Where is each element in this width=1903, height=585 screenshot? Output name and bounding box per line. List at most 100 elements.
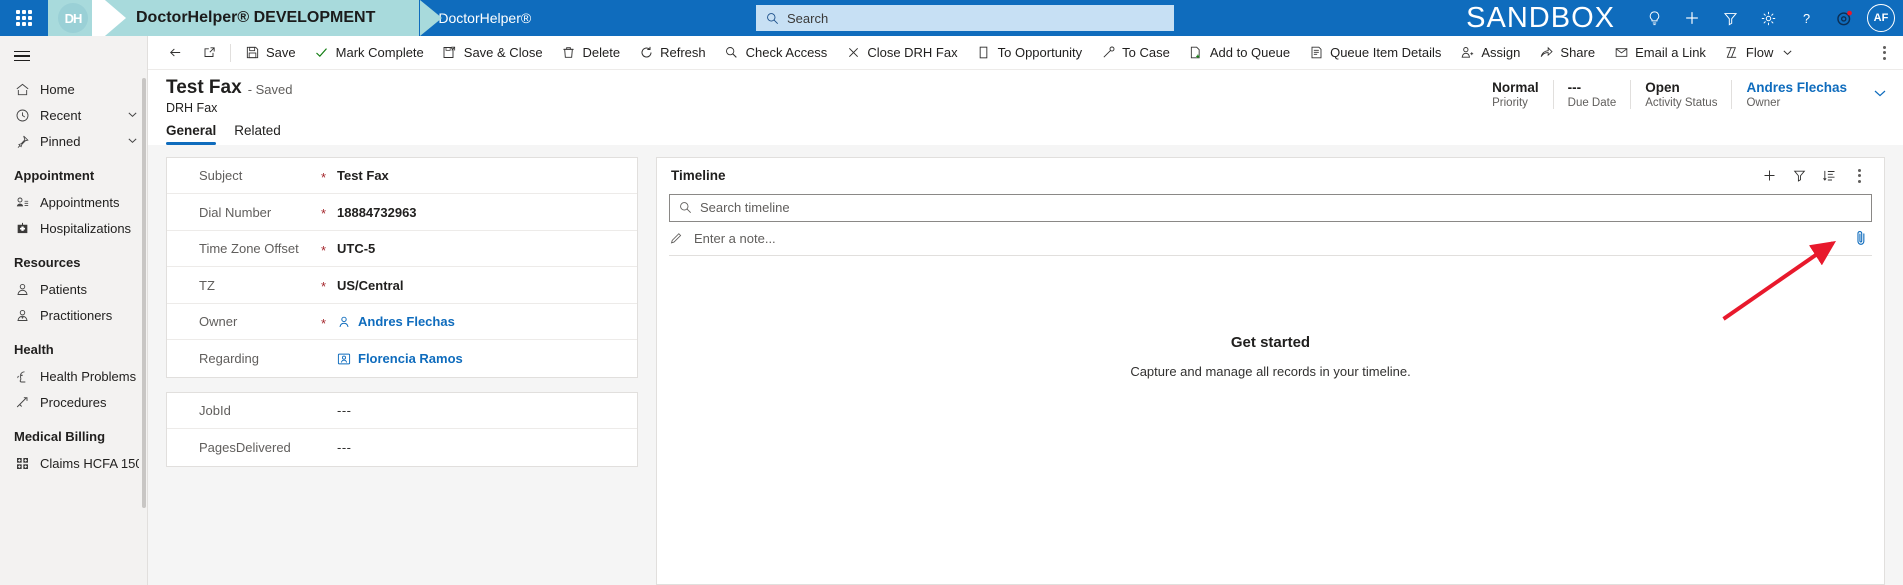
add-to-queue-button[interactable]: Add to Queue xyxy=(1179,38,1299,68)
case-icon xyxy=(1100,45,1116,60)
header-field-activity-status[interactable]: Open Activity Status xyxy=(1630,80,1731,109)
general-fields-card: Subject * Test Fax Dial Number * 1888473… xyxy=(166,156,638,378)
sidebar-item-home[interactable]: Home xyxy=(0,76,147,102)
timeline-empty-state: Get started Capture and manage all recor… xyxy=(657,256,1884,584)
timeline-note-input[interactable]: Enter a note... xyxy=(669,222,1872,256)
header-field-group: Normal Priority --- Due Date Open Activi… xyxy=(1478,80,1887,109)
save-icon xyxy=(244,45,260,60)
sidebar-scrollbar[interactable] xyxy=(142,78,146,508)
chevron-down-icon xyxy=(127,108,139,123)
search-icon xyxy=(767,12,779,24)
sidebar-item-pinned[interactable]: Pinned xyxy=(0,128,147,154)
field-value-tz[interactable]: US/Central xyxy=(337,278,403,293)
header-field-label: Due Date xyxy=(1567,97,1617,109)
required-indicator: * xyxy=(321,315,327,331)
gear-icon[interactable] xyxy=(1751,0,1785,36)
mark-complete-button[interactable]: Mark Complete xyxy=(305,38,433,68)
timeline-attachment-button[interactable] xyxy=(1850,225,1872,251)
filter-icon[interactable] xyxy=(1713,0,1747,36)
open-in-new-window-button[interactable] xyxy=(192,38,226,68)
to-case-button[interactable]: To Case xyxy=(1091,38,1179,68)
paperclip-icon xyxy=(1857,231,1865,246)
sidebar-item-health-problems[interactable]: Health Problems xyxy=(0,363,147,389)
command-separator xyxy=(230,43,231,62)
header-field-priority[interactable]: Normal Priority xyxy=(1478,80,1553,109)
close-drh-fax-button[interactable]: Close DRH Fax xyxy=(836,38,966,68)
more-options-icon xyxy=(1882,45,1886,60)
sidebar-item-label: Health Problems xyxy=(40,368,137,384)
hospital-icon xyxy=(14,221,30,236)
required-indicator: * xyxy=(321,242,327,258)
practitioner-icon xyxy=(14,308,30,323)
add-queue-icon xyxy=(1188,45,1204,60)
svg-text:?: ? xyxy=(1802,10,1809,25)
header-field-owner[interactable]: Andres Flechas Owner xyxy=(1731,80,1861,109)
field-value-time-zone-offset[interactable]: UTC-5 xyxy=(337,241,375,256)
add-timeline-record-icon[interactable] xyxy=(1756,163,1782,189)
field-value-jobid[interactable]: --- xyxy=(337,403,352,418)
plus-icon[interactable] xyxy=(1675,0,1709,36)
command-label: Add to Queue xyxy=(1209,45,1291,60)
sidebar-item-patients[interactable]: Patients xyxy=(0,276,147,302)
field-value-dial-number[interactable]: 18884732963 xyxy=(337,205,417,220)
owner-link-text[interactable]: Andres Flechas xyxy=(358,314,455,329)
sidebar-item-practitioners[interactable]: Practitioners xyxy=(0,302,147,328)
sidebar-item-claims-hcfa-1500[interactable]: Claims HCFA 1500 xyxy=(0,450,147,476)
field-value-regarding[interactable]: Florencia Ramos xyxy=(337,351,463,366)
header-field-value[interactable]: Andres Flechas xyxy=(1746,80,1847,95)
to-opportunity-button[interactable]: To Opportunity xyxy=(967,38,1092,68)
field-value-subject[interactable]: Test Fax xyxy=(337,168,389,183)
sidebar-item-recent[interactable]: Recent xyxy=(0,102,147,128)
delete-button[interactable]: Delete xyxy=(552,38,630,68)
more-options-icon[interactable] xyxy=(1846,163,1872,189)
timeline-note-placeholder: Enter a note... xyxy=(694,230,776,246)
command-label: Mark Complete xyxy=(335,45,424,60)
back-button[interactable] xyxy=(158,38,192,68)
header-field-due-date[interactable]: --- Due Date xyxy=(1552,80,1631,109)
sidebar-toggle-button[interactable] xyxy=(0,36,147,76)
filter-icon[interactable] xyxy=(1786,163,1812,189)
popout-icon xyxy=(201,45,217,60)
save-and-close-button[interactable]: Save & Close xyxy=(433,38,552,68)
help-icon[interactable]: ? xyxy=(1789,0,1823,36)
global-search-box[interactable]: Search xyxy=(756,5,1174,31)
field-label: Dial Number xyxy=(199,204,272,220)
regarding-link-text[interactable]: Florencia Ramos xyxy=(358,351,463,366)
lightbulb-icon[interactable] xyxy=(1637,0,1671,36)
refresh-button[interactable]: Refresh xyxy=(629,38,715,68)
email-a-link-button[interactable]: Email a Link xyxy=(1604,38,1715,68)
sidebar-item-appointments[interactable]: Appointments xyxy=(0,189,147,215)
timeline-search-input[interactable]: Search timeline xyxy=(669,193,1872,222)
share-icon xyxy=(1538,45,1554,60)
form-content: Subject * Test Fax Dial Number * 1888473… xyxy=(148,144,1903,585)
expand-header-button[interactable] xyxy=(1861,80,1887,103)
form-left-column: Subject * Test Fax Dial Number * 1888473… xyxy=(166,156,638,585)
flow-icon xyxy=(1724,45,1740,60)
person-icon xyxy=(339,316,349,327)
sidebar-item-procedures[interactable]: Procedures xyxy=(0,389,147,415)
field-value-owner[interactable]: Andres Flechas xyxy=(337,314,455,329)
sidebar-item-label: Pinned xyxy=(40,133,81,149)
flow-button[interactable]: Flow xyxy=(1715,38,1804,68)
field-row-dial-number: Dial Number * 18884732963 xyxy=(167,194,637,231)
tab-related[interactable]: Related xyxy=(234,123,281,145)
share-button[interactable]: Share xyxy=(1529,38,1604,68)
sort-icon[interactable] xyxy=(1816,163,1842,189)
save-button[interactable]: Save xyxy=(235,38,305,68)
field-row-owner: Owner * Andres Flechas xyxy=(167,304,637,341)
app-launcher-button[interactable] xyxy=(0,0,48,36)
field-value-pagesdelivered[interactable]: --- xyxy=(337,440,352,455)
assign-button[interactable]: Assign xyxy=(1450,38,1529,68)
hamburger-icon xyxy=(14,48,30,65)
claims-icon xyxy=(14,456,30,471)
check-access-button[interactable]: Check Access xyxy=(715,38,837,68)
queue-item-details-button[interactable]: Queue Item Details xyxy=(1299,38,1450,68)
brand-wedge-shape xyxy=(92,0,126,36)
user-avatar[interactable]: AF xyxy=(1867,4,1895,32)
tab-general[interactable]: General xyxy=(166,123,217,145)
command-overflow-button[interactable] xyxy=(1871,38,1897,68)
timeline-panel: Timeline Search timeline Enter a note...… xyxy=(656,156,1885,585)
required-indicator: * xyxy=(321,279,327,295)
sidebar-item-hospitalizations[interactable]: Hospitalizations xyxy=(0,215,147,241)
assistant-icon[interactable] xyxy=(1827,0,1861,36)
